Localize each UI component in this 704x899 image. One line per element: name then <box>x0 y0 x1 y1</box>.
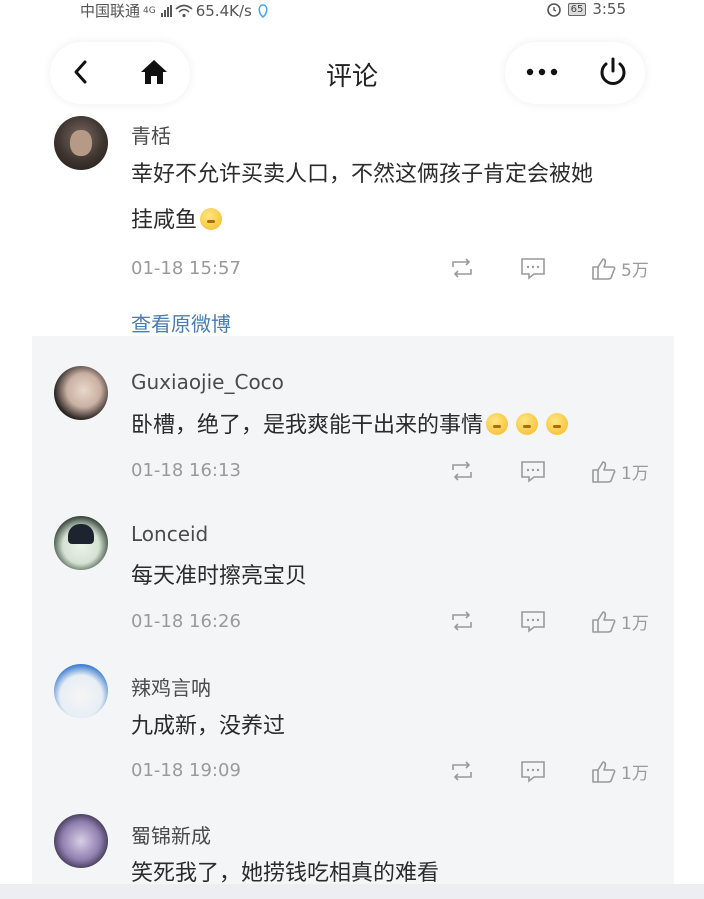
comment-icon <box>521 461 545 483</box>
comment-item: 青栝 幸好不允许买卖人口，不然这俩孩子肯定会被她 挂咸鱼 01-18 15:57… <box>0 110 704 336</box>
reply-button[interactable] <box>519 459 547 483</box>
emoji-icon <box>516 413 539 435</box>
emoji-icon <box>486 413 509 435</box>
comment-time: 01-18 19:09 <box>131 760 241 781</box>
comment-text-line: 幸好不允许买卖人口，不然这俩孩子肯定会被她 <box>131 162 594 187</box>
comment-username[interactable]: 辣鸡言呐 <box>131 672 211 701</box>
comment-item: 蜀锦新成 笑死我了，她捞钱吃相真的难看 <box>32 788 674 886</box>
like-count: 5万 <box>621 261 649 281</box>
like-button[interactable]: 5万 <box>591 256 649 281</box>
network-speed: 65.4K/s <box>195 1 252 20</box>
comment-text-line: 笑死我了，她捞钱吃相真的难看 <box>131 861 440 886</box>
comment-text: 卧槽，绝了，是我爽能干出来的事情 <box>131 403 661 449</box>
comment-item: Guxiaojie_Coco 卧槽，绝了，是我爽能干出来的事情 01-18 16… <box>32 336 674 488</box>
like-count: 1万 <box>621 764 649 784</box>
comment-item: 辣鸡言呐 九成新，没养过 01-18 19:09 1万 <box>32 638 674 788</box>
avatar[interactable] <box>54 366 108 420</box>
view-original-weibo-link[interactable]: 查看原微博 <box>131 308 231 337</box>
comment-icon <box>521 611 545 633</box>
comment-text-line: 卧槽，绝了，是我爽能干出来的事情 <box>131 413 484 438</box>
comment-text-line: 挂咸鱼 <box>131 208 198 233</box>
comment-text: 九成新，没养过 <box>131 704 661 750</box>
comment-time: 01-18 16:13 <box>131 460 241 481</box>
comment-icon <box>521 258 545 280</box>
thumbs-up-icon <box>592 460 616 483</box>
comment-text-line: 每天准时擦亮宝贝 <box>131 564 308 589</box>
thumbs-up-icon <box>592 610 616 633</box>
avatar[interactable] <box>54 516 108 570</box>
comment-icon <box>521 761 545 783</box>
emoji-icon <box>546 413 569 435</box>
wifi-icon <box>175 4 193 17</box>
avatar[interactable] <box>54 664 108 718</box>
repost-button[interactable] <box>449 609 475 633</box>
like-count: 1万 <box>621 614 649 634</box>
power-icon <box>600 57 626 85</box>
comment-username[interactable]: Lonceid <box>131 522 208 546</box>
comment-text: 幸好不允许买卖人口，不然这俩孩子肯定会被她 挂咸鱼 <box>131 152 661 244</box>
close-miniprogram-button[interactable] <box>597 56 629 88</box>
alarm-icon <box>546 3 561 17</box>
reply-button[interactable] <box>519 256 547 280</box>
comment-username[interactable]: Guxiaojie_Coco <box>131 370 284 394</box>
repost-icon <box>452 761 472 781</box>
like-button[interactable]: 1万 <box>591 459 649 484</box>
more-dots-icon <box>526 68 558 76</box>
repost-icon <box>452 461 472 481</box>
comment-time: 01-18 15:57 <box>131 258 241 279</box>
app-notification-icon <box>258 3 268 18</box>
top-nav-bar: 评论 <box>0 38 704 110</box>
avatar[interactable] <box>54 814 108 868</box>
like-button[interactable]: 1万 <box>591 759 649 784</box>
repost-icon <box>452 258 472 278</box>
comment-text-line: 九成新，没养过 <box>131 714 286 739</box>
reply-button[interactable] <box>519 609 547 633</box>
bottom-edge <box>0 884 704 899</box>
reply-button[interactable] <box>519 759 547 783</box>
more-button[interactable] <box>526 56 558 88</box>
battery-indicator: 65 <box>567 2 587 16</box>
status-bar: 中国联通 4G 65.4K/s 65 3:55 <box>0 0 704 22</box>
network-type: 4G <box>143 5 156 16</box>
carrier-label: 中国联通 <box>80 2 141 20</box>
like-button[interactable]: 1万 <box>591 609 649 634</box>
like-count: 1万 <box>621 464 649 484</box>
emoji-icon <box>200 208 223 230</box>
repost-button[interactable] <box>449 256 475 280</box>
comment-time: 01-18 16:26 <box>131 611 241 632</box>
repost-button[interactable] <box>449 759 475 783</box>
comment-username[interactable]: 蜀锦新成 <box>131 820 211 849</box>
comment-text: 每天准时擦亮宝贝 <box>131 554 661 600</box>
comment-item: Lonceid 每天准时擦亮宝贝 01-18 16:26 1万 <box>32 488 674 638</box>
thumbs-up-icon <box>592 257 616 280</box>
clock: 3:55 <box>592 0 626 18</box>
avatar[interactable] <box>54 116 108 170</box>
comment-username[interactable]: 青栝 <box>131 120 171 149</box>
repost-icon <box>452 611 472 631</box>
signal-icon <box>160 4 172 17</box>
thumbs-up-icon <box>592 760 616 783</box>
repost-button[interactable] <box>449 459 475 483</box>
